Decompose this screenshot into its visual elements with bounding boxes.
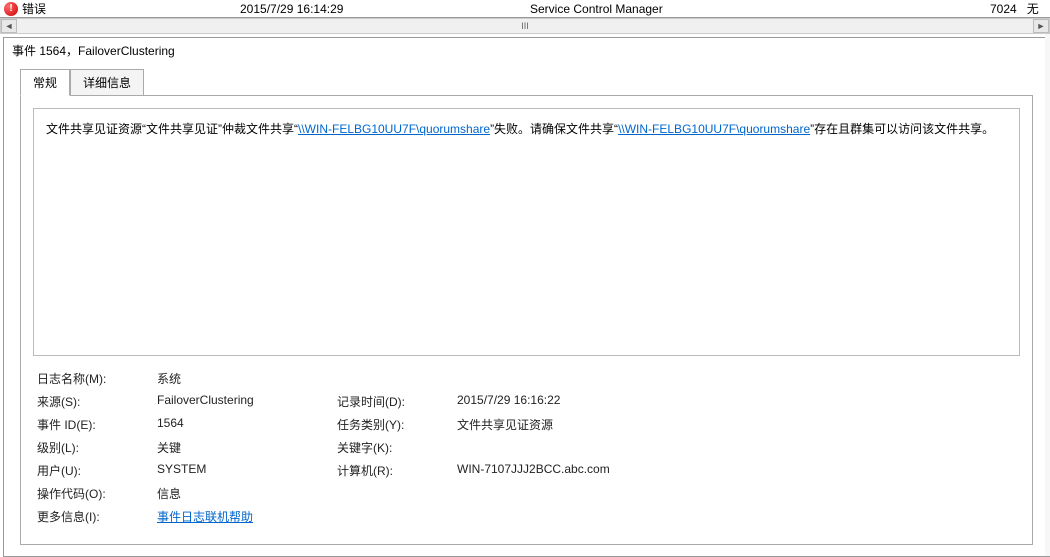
level-value: 关键 [157, 439, 337, 456]
scroll-left-arrow-icon[interactable]: ◄ [1, 19, 17, 33]
scroll-right-arrow-icon[interactable]: ► [1033, 19, 1049, 33]
detail-grid: 日志名称(M): 系统 来源(S): FailoverClustering 记录… [33, 370, 1020, 525]
source-label: 来源(S): [37, 393, 157, 410]
event-description-box: 文件共享见证资源“文件共享见证”仲裁文件共享“\\WIN-FELBG10UU7F… [33, 108, 1020, 356]
opcode-value: 信息 [157, 485, 337, 502]
quorum-share-link-2[interactable]: \\WIN-FELBG10UU7F\quorumshare [618, 122, 810, 136]
computer-value: WIN-7107JJJ2BCC.abc.com [457, 462, 1016, 479]
quorum-share-link-1[interactable]: \\WIN-FELBG10UU7F\quorumshare [298, 122, 490, 136]
task-text: 无 [1027, 2, 1039, 16]
task-value: 文件共享见证资源 [457, 416, 1016, 433]
tab-body: 文件共享见证资源“文件共享见证”仲裁文件共享“\\WIN-FELBG10UU7F… [20, 95, 1033, 545]
panel-title: 事件 1564，FailoverClustering [4, 38, 1049, 63]
source-value: FailoverClustering [157, 393, 337, 410]
level-label: 级别(L): [37, 439, 157, 456]
log-name-label: 日志名称(M): [37, 370, 157, 387]
opcode-label: 操作代码(O): [37, 485, 157, 502]
source-text: Service Control Manager [530, 2, 990, 16]
scroll-marker: III [521, 21, 529, 31]
user-label: 用户(U): [37, 462, 157, 479]
eventid-label: 事件 ID(E): [37, 416, 157, 433]
eventid-text: 7024 [990, 2, 1017, 16]
tab-general[interactable]: 常规 [20, 69, 70, 96]
event-detail-panel: 事件 1564，FailoverClustering 常规 详细信息 文件共享见… [3, 37, 1050, 557]
keywords-value [457, 439, 1016, 456]
event-list-row[interactable]: ! 错误 2015/7/29 16:14:29 Service Control … [0, 0, 1050, 18]
desc-text-1: 文件共享见证资源“文件共享见证”仲裁文件共享“ [46, 122, 298, 136]
desc-text-3: ”存在且群集可以访问该文件共享。 [810, 122, 994, 136]
moreinfo-link[interactable]: 事件日志联机帮助 [157, 510, 253, 524]
logged-value: 2015/7/29 16:16:22 [457, 393, 1016, 410]
moreinfo-label: 更多信息(I): [37, 508, 157, 525]
tab-strip: 常规 详细信息 [20, 69, 1049, 96]
error-icon: ! [4, 2, 18, 16]
computer-label: 计算机(R): [337, 462, 457, 479]
keywords-label: 关键字(K): [337, 439, 457, 456]
tab-details[interactable]: 详细信息 [70, 69, 144, 96]
vertical-scrollbar[interactable] [1045, 34, 1050, 556]
date-text: 2015/7/29 16:14:29 [240, 2, 530, 16]
desc-text-2: ”失败。请确保文件共享“ [490, 122, 618, 136]
task-label: 任务类别(Y): [337, 416, 457, 433]
user-value: SYSTEM [157, 462, 337, 479]
level-text: 错误 [22, 0, 46, 17]
horizontal-scrollbar[interactable]: ◄ III ► [0, 18, 1050, 34]
logged-label: 记录时间(D): [337, 393, 457, 410]
eventid-value: 1564 [157, 416, 337, 433]
log-name-value: 系统 [157, 370, 337, 387]
